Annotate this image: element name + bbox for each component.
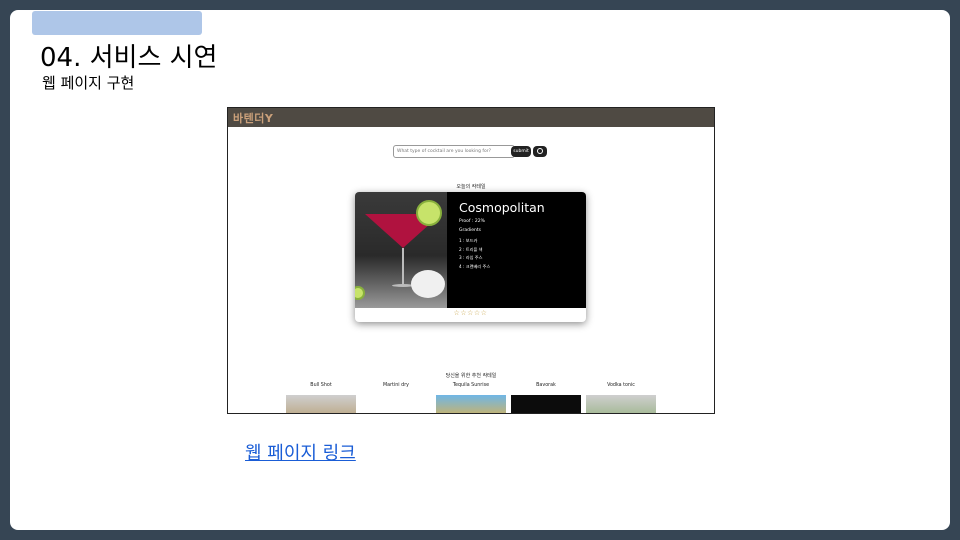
recommend-label: 당신을 위한 추천 칵테일 [445, 373, 497, 379]
cocktail-image [355, 192, 447, 308]
lime-slice-icon [355, 286, 365, 300]
recommendation-image [586, 395, 656, 413]
garnish-icon [411, 270, 445, 298]
recommendation-item[interactable]: Vodka tonic [586, 383, 656, 413]
featured-cocktail-card[interactable]: Cosmopolitan Proof : 22% Gradients 1 : 보… [355, 192, 586, 322]
recommendation-item[interactable]: Bavorak [511, 383, 581, 413]
accent-bar [32, 11, 202, 35]
webapp-screenshot: 바텐더Y What type of cocktail are you looki… [227, 107, 715, 414]
lime-icon [416, 200, 442, 226]
search-input[interactable]: What type of cocktail are you looking fo… [393, 145, 515, 158]
recommendation-item[interactable]: Tequila Sunrise [436, 383, 506, 413]
webpage-link[interactable]: 웹 페이지 링크 [245, 439, 356, 465]
navbar: 바텐더Y [228, 108, 714, 127]
cocktail-name: Cosmopolitan [459, 200, 545, 215]
submit-button[interactable]: submit [511, 146, 531, 157]
recommendation-name: Tequila Sunrise [452, 383, 490, 388]
recommendation-name: Vodka tonic [607, 383, 635, 388]
recommendation-image [436, 395, 506, 413]
recommendation-name: Bull Shot [310, 383, 332, 388]
list-item: 1 : 보드카 [459, 238, 478, 243]
recommendation-item[interactable]: Martini dry [361, 383, 431, 388]
recommendation-image [286, 395, 356, 413]
cocktail-info: Cosmopolitan Proof : 22% Gradients 1 : 보… [447, 192, 586, 308]
recommendation-item[interactable]: Bull Shot [286, 383, 356, 413]
recommendation-name: Martini dry [382, 383, 410, 388]
gradients-label: Gradients [459, 228, 481, 233]
logo[interactable]: 바텐더Y [233, 110, 273, 126]
refresh-icon[interactable] [533, 146, 547, 157]
list-item: 4 : 크랜베리 주스 [459, 263, 491, 269]
slide-title: 04. 서비스 시연 [40, 43, 218, 73]
ingredient-list: 1 : 보드카 2 : 트리플 섹 3 : 라임 주스 4 : 크랜베리 주스 [459, 237, 490, 271]
today-cocktail-label: 오늘의 칵테일 [456, 184, 486, 190]
cocktail-proof: Proof : 22% [459, 219, 485, 224]
list-item: 3 : 라임 주스 [459, 255, 483, 260]
recommendation-name: Bavorak [536, 383, 556, 388]
slide-subtitle: 웹 페이지 구현 [42, 74, 135, 92]
recommendation-image [511, 395, 581, 413]
rating-stars[interactable]: ☆☆☆☆☆ [355, 309, 586, 317]
glass-stem [402, 248, 404, 286]
list-item: 2 : 트리플 섹 [459, 246, 483, 252]
